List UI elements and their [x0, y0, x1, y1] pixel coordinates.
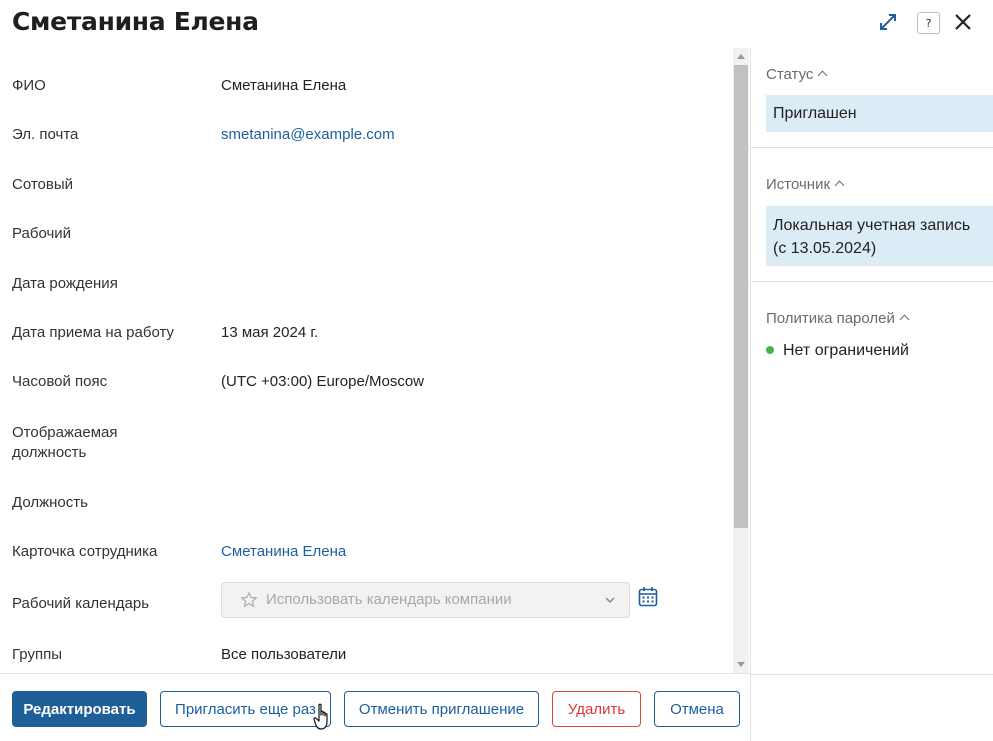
calendar-icon[interactable]	[638, 586, 658, 608]
source-value: Локальная учетная запись (с 13.05.2024)	[766, 206, 993, 266]
hand-cursor-icon	[313, 703, 328, 730]
calendar-select-placeholder: Использовать календарь компании	[266, 591, 512, 608]
delete-button[interactable]: Удалить	[552, 691, 641, 727]
source-section-toggle[interactable]: Источник	[766, 176, 845, 193]
calendar-select[interactable]: Использовать календарь компании	[221, 582, 630, 618]
source-section-title: Источник	[766, 176, 831, 193]
field-label: Рабочий календарь	[12, 595, 150, 612]
cancel-button[interactable]: Отмена	[654, 691, 740, 727]
chevron-up-icon	[899, 314, 910, 325]
field-value: Сметанина Елена	[221, 77, 347, 94]
password-policy-section-title: Политика паролей	[766, 310, 895, 327]
scroll-down-arrow-icon[interactable]	[737, 662, 745, 667]
password-policy-text: Нет ограничений	[783, 342, 909, 359]
profile-fields: ФИО Сметанина Елена Эл. почта smetanina@…	[0, 48, 733, 673]
password-policy-section-toggle[interactable]: Политика паролей	[766, 310, 910, 327]
field-label: Группы	[12, 646, 62, 663]
cancel-invitation-button[interactable]: Отменить приглашение	[344, 691, 539, 727]
close-icon[interactable]	[951, 10, 975, 34]
help-icon[interactable]: ?	[917, 12, 940, 34]
reinvite-button[interactable]: Пригласить еще раз	[160, 691, 331, 727]
email-link[interactable]: smetanina@example.com	[221, 125, 395, 145]
status-section-title: Статус	[766, 66, 814, 83]
modal-header: Сметанина Елена ?	[0, 0, 993, 46]
employee-card-link[interactable]: Сметанина Елена	[221, 542, 346, 562]
chevron-up-icon	[817, 70, 828, 81]
chevron-down-icon	[605, 597, 615, 604]
field-label: Эл. почта	[12, 126, 79, 143]
field-value: Все пользователи	[221, 646, 347, 663]
field-label: Карточка сотрудника	[12, 543, 158, 560]
expand-icon[interactable]	[876, 10, 900, 34]
divider	[751, 147, 993, 148]
star-icon	[240, 591, 258, 608]
status-section-toggle[interactable]: Статус	[766, 66, 828, 83]
status-dot-icon	[766, 346, 774, 354]
field-label: Должность	[12, 494, 88, 511]
field-value: 13 мая 2024 г.	[221, 324, 319, 341]
scroll-up-arrow-icon[interactable]	[737, 54, 745, 59]
divider	[751, 674, 993, 675]
field-label: Сотовый	[12, 176, 74, 193]
field-label: Дата рождения	[12, 275, 118, 292]
scrollbar[interactable]	[733, 48, 749, 673]
status-badge: Приглашен	[766, 95, 993, 132]
password-policy-value: Нет ограничений	[766, 342, 909, 360]
sidebar: Статус Приглашен Источник Локальная учет…	[751, 48, 993, 741]
field-label: Часовой пояс	[12, 373, 108, 390]
edit-button[interactable]: Редактировать	[12, 691, 147, 727]
field-label: Дата приема на работу	[12, 324, 175, 341]
field-label: Отображаемая должность	[12, 424, 118, 461]
field-label: Рабочий	[12, 225, 72, 242]
field-label: ФИО	[12, 77, 46, 94]
page-title: Сметанина Елена	[12, 7, 259, 36]
footer-actions: Редактировать Пригласить еще раз Отменит…	[0, 674, 750, 741]
scrollbar-thumb[interactable]	[734, 65, 748, 528]
divider	[751, 281, 993, 282]
chevron-up-icon	[834, 180, 845, 191]
field-value: (UTC +03:00) Europe/Moscow	[221, 373, 424, 390]
